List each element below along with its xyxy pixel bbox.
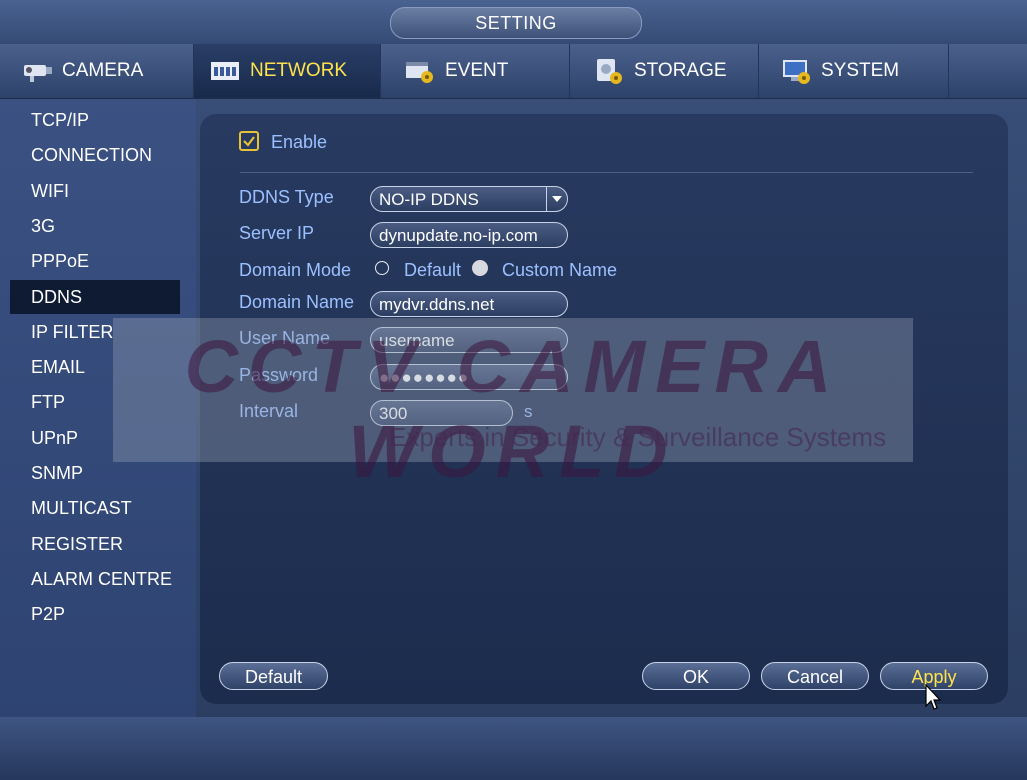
tab-network[interactable]: NETWORK — [194, 44, 381, 98]
tab-system[interactable]: SYSTEM — [759, 44, 949, 98]
domain-mode-label: Domain Mode — [239, 260, 352, 280]
watermark-tagline: Experts in Security & Surveillance Syste… — [389, 422, 887, 452]
watermark: CCTV CAMERA WORLD Experts in Security & … — [113, 318, 913, 493]
default-button[interactable]: Default — [219, 662, 328, 690]
radio-default[interactable] — [375, 261, 389, 275]
title-bar: SETTING — [0, 0, 1027, 44]
radio-default-label: Default — [404, 260, 462, 280]
network-icon — [208, 57, 242, 85]
window: SETTING CAMERA NETWORK EVENT STORAGE SYS… — [0, 0, 1027, 780]
window-title: SETTING — [390, 7, 642, 39]
sidebar-item-pppoe[interactable]: PPPoE — [10, 244, 180, 278]
tab-storage[interactable]: STORAGE — [570, 44, 759, 98]
main-tabs: CAMERA NETWORK EVENT STORAGE SYSTEM — [0, 44, 1027, 99]
radio-custom-name-label: Custom Name — [502, 260, 618, 280]
tab-label: SYSTEM — [821, 60, 900, 81]
mouse-cursor-icon — [925, 684, 942, 710]
tab-camera[interactable]: CAMERA — [0, 44, 194, 98]
enable-label: Enable — [271, 132, 328, 152]
sidebar-item-tcpip[interactable]: TCP/IP — [10, 103, 180, 137]
tab-label: STORAGE — [634, 60, 727, 81]
ok-button[interactable]: OK — [642, 662, 750, 690]
radio-custom-name[interactable] — [472, 260, 488, 276]
server-ip-label: Server IP — [239, 223, 315, 243]
watermark-brand: CCTV CAMERA WORLD — [184, 325, 842, 493]
sidebar-item-connection[interactable]: CONNECTION — [10, 138, 180, 172]
tab-label: CAMERA — [62, 60, 144, 81]
domain-name-label: Domain Name — [239, 292, 355, 312]
storage-icon — [592, 57, 626, 85]
sidebar-item-p2p[interactable]: P2P — [10, 597, 180, 631]
domain-name-input[interactable]: mydvr.ddns.net — [370, 291, 568, 317]
ddns-type-label: DDNS Type — [239, 187, 334, 207]
sidebar-item-3g[interactable]: 3G — [10, 209, 180, 243]
tab-event[interactable]: EVENT — [381, 44, 570, 98]
camera-icon — [20, 57, 54, 85]
divider — [240, 172, 973, 173]
sidebar-item-alarm-centre[interactable]: ALARM CENTRE — [10, 562, 180, 596]
chevron-down-icon — [546, 187, 567, 211]
enable-checkbox[interactable] — [239, 131, 259, 151]
ddns-type-value: NO-IP DDNS — [379, 190, 479, 209]
ddns-type-select[interactable]: NO-IP DDNS — [370, 186, 568, 212]
sidebar-item-multicast[interactable]: MULTICAST — [10, 491, 180, 525]
status-bar — [0, 717, 1027, 780]
system-icon — [779, 57, 813, 85]
sidebar-item-ddns[interactable]: DDNS — [10, 280, 180, 314]
sidebar-item-register[interactable]: REGISTER — [10, 527, 180, 561]
event-icon — [403, 57, 437, 85]
tab-label: NETWORK — [250, 60, 348, 81]
tab-label: EVENT — [445, 60, 509, 81]
sidebar-item-wifi[interactable]: WIFI — [10, 174, 180, 208]
cancel-button[interactable]: Cancel — [761, 662, 869, 690]
check-icon — [243, 136, 255, 147]
server-ip-input[interactable]: dynupdate.no-ip.com — [370, 222, 568, 248]
